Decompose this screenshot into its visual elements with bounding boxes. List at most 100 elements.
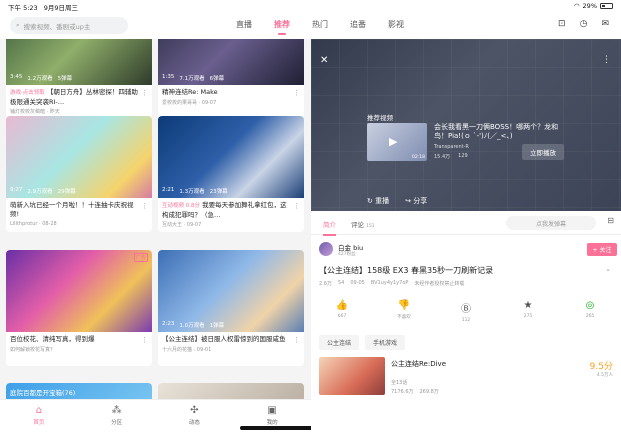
more-icon[interactable]: ⋮ [293, 89, 300, 98]
more-icon[interactable]: ⋮ [293, 202, 300, 211]
danmaku-count: 23弹幕 [209, 189, 228, 195]
search-placeholder: 搜索视频、番剧或up主 [23, 22, 91, 31]
related-subtitle: 全13话 [391, 380, 408, 386]
card-title: 百位校花、清纯写真，得到爆 [10, 335, 95, 343]
dislike-label: 不喜欢 [397, 315, 411, 320]
recommend-label: 推荐视频 [367, 114, 393, 122]
search-input[interactable]: ⌕ 搜索视频、番剧或up主 [10, 17, 128, 34]
coin-button[interactable]: Ⓑ 112 [435, 296, 497, 330]
video-thumbnail [158, 383, 304, 399]
top-tabs: 直播 推荐 热门 追番 影视 [236, 19, 404, 35]
tab-bangumi[interactable]: 追番 [350, 19, 366, 30]
follow-button[interactable]: + 关注 [587, 243, 617, 256]
tab-movies[interactable]: 影视 [388, 19, 404, 30]
chevron-down-icon[interactable]: ⌄ [605, 265, 611, 273]
feed-card[interactable]: 1:35 7.1万观看 6弹幕 精神连结Re: Make 爱校校的果哥哥 · 0… [158, 39, 304, 119]
card-meta: 十六月的花猫 · 09-01 [162, 346, 212, 353]
danmaku-toggle-icon[interactable]: ⊟ [607, 216, 614, 225]
wechat-share-button[interactable]: ◎ 265 [559, 296, 621, 330]
tab-comments[interactable]: 评论 151 [351, 219, 375, 229]
related-score: 9.5分 [589, 362, 613, 372]
related-title: 公主连结Re:Dive [391, 360, 446, 368]
dislike-button[interactable]: 👎 不喜欢 [373, 296, 435, 330]
share-button[interactable]: ↪ 分享 [405, 196, 427, 206]
play-icon[interactable]: ▶ [389, 135, 405, 149]
search-icon: ⌕ [16, 21, 20, 29]
video-date: 09-05 [350, 280, 365, 286]
avatar[interactable] [319, 242, 333, 256]
wechat-icon: ◎ [585, 300, 595, 311]
uploader-row: 白金 biu 427粉丝 + 关注 [319, 242, 617, 262]
more-icon[interactable]: ⋮ [141, 336, 148, 345]
scan-icon[interactable]: ⊡ [558, 19, 566, 29]
views: 2.9万观看 [27, 189, 53, 195]
tv-icon: ▣ [267, 405, 277, 416]
ad-badge: 广告 [133, 253, 148, 262]
related-bangumi[interactable]: 公主连结Re:Dive 全13话 7176.6万 269.8万 9.5分 4.5… [319, 357, 617, 399]
duration: 9:27 [10, 187, 23, 193]
history-icon[interactable]: ◷ [580, 19, 588, 29]
tab-intro[interactable]: 简介 [323, 219, 336, 236]
video-thumbnail: 庭院百都是开宝箱(76) [6, 383, 152, 399]
bottom-tab-label: 首页 [33, 420, 45, 426]
video-views: 2.6万 [319, 281, 332, 287]
card-meta: Lilithprotur · 08-28 [10, 221, 57, 227]
duration: 1:35 [162, 74, 175, 80]
favorite-button[interactable]: ★ 275 [497, 296, 559, 330]
replay-button[interactable]: ↻ 重播 [367, 196, 389, 206]
duration: 2:21 [162, 187, 175, 193]
video-player[interactable]: ✕ ⋮ 推荐视频 ▶ 02:18 会长我看黑一刀俩BOSS！哪两个？龙和鸟！Pi… [311, 39, 621, 211]
related-score-count: 4.5万人 [596, 373, 613, 378]
dynamics-icon: ✣ [190, 405, 199, 416]
more-icon[interactable]: ⋮ [141, 202, 148, 211]
bottom-tab-dynamics[interactable]: ✣ 动态 [156, 400, 234, 434]
tab-hot[interactable]: 热门 [312, 19, 328, 30]
video-thumbnail: 2:21 1.3万观看 23弹幕 [158, 116, 304, 198]
tab-recommend[interactable]: 推荐 [274, 19, 290, 35]
categories-icon: ⁂ [111, 405, 122, 416]
bottom-tab-home[interactable]: ⌂ 首页 [0, 400, 78, 434]
bottom-tab-label: 动态 [188, 420, 200, 426]
duration: 2:23 [162, 321, 175, 327]
rec-danmaku: 129 [458, 153, 468, 159]
rec-title: 会长我看黑一刀俩BOSS！哪两个？龙和鸟！Pia!(ｏ `-')ﾉ(／_<、) [434, 123, 559, 140]
bottom-tab-label: 分区 [111, 420, 123, 426]
feed-card[interactable]: 9:27 2.9万观看 29弹幕 萌新入坑已经一个月啦！！十连抽卡庆祝视频! L… [6, 116, 152, 232]
video-thumbnail: 1:35 7.1万观看 6弹幕 [158, 39, 304, 85]
status-date: 9月9日周三 [43, 4, 79, 12]
tag-chip[interactable]: 手机游戏 [365, 335, 406, 350]
feed-card[interactable]: 3:45 1.2万观看 5弹幕 游戏·点击领取 【朝日方舟】丛林密探！四辅助极限… [6, 39, 152, 119]
more-icon[interactable]: ⋮ [602, 55, 611, 65]
bottom-tab-categories[interactable]: ⁂ 分区 [78, 400, 156, 434]
home-icon: ⌂ [35, 405, 43, 416]
share-icon: ↪ [405, 197, 411, 205]
message-icon[interactable]: ✉ [601, 19, 609, 29]
views: 1.3万观看 [179, 189, 205, 195]
more-icon[interactable]: ⋮ [293, 336, 300, 345]
uploader-fans: 427粉丝 [338, 252, 356, 257]
feed-card[interactable]: 庭院百都是开宝箱(76) [6, 383, 152, 399]
bottom-tab-label: 我的 [266, 420, 278, 426]
feed-card[interactable] [158, 383, 304, 399]
tag-chip[interactable]: 公主连结 [319, 335, 360, 350]
views: 1.2万观看 [27, 76, 53, 82]
danmaku-input[interactable]: 点我发弹幕 [506, 216, 596, 230]
feed-card[interactable]: 2:21 1.3万观看 23弹幕 互动视频 0.8分 我要每天参加舞礼拿红包，这… [158, 116, 304, 232]
play-now-button[interactable]: 立即播放 [522, 144, 564, 160]
feed-card-ad[interactable]: 广告 百位校花、清纯写真，得到爆 如何解锁校花写真？ ⋮ [6, 250, 152, 366]
video-danmaku: 54 [337, 280, 345, 286]
video-thumbnail: 2:23 1.0万观看 1弹幕 [158, 250, 304, 332]
like-button[interactable]: 👍 667 [311, 296, 373, 330]
wifi-icon: ◠ [573, 2, 580, 10]
status-time: 下午 5:23 [8, 4, 38, 12]
like-icon: 👍 [335, 300, 349, 311]
feed-card[interactable]: 2:23 1.0万观看 1弹幕 【公主连结】被日服人权雷惊到的国服咸鱼 十六月的… [158, 250, 304, 366]
dislike-icon: 👎 [397, 300, 411, 311]
tab-live[interactable]: 直播 [236, 19, 252, 30]
action-bar: 👍 667 👎 不喜欢 Ⓑ 112 ★ 275 ◎ 265 [311, 296, 621, 330]
video-thumbnail: 3:45 1.2万观看 5弹幕 [6, 39, 152, 85]
close-icon[interactable]: ✕ [320, 55, 328, 66]
share-count: 265 [585, 314, 595, 319]
card-meta: 互动大王 · 09-07 [162, 222, 202, 228]
more-icon[interactable]: ⋮ [141, 89, 148, 98]
